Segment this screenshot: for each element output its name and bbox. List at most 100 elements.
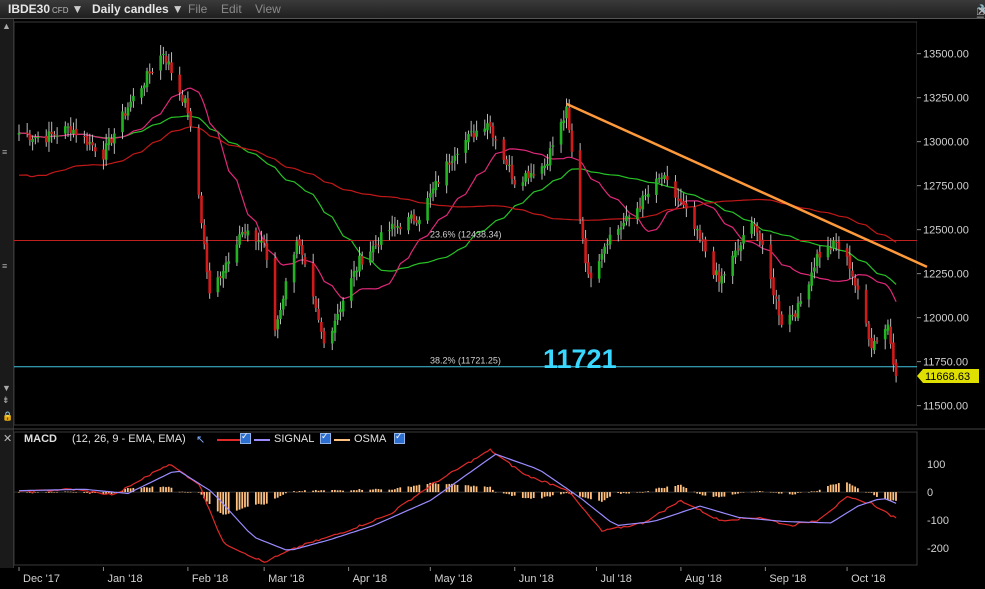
candle-down (780, 314, 783, 325)
osma-bar (314, 490, 317, 493)
candle-down (360, 256, 364, 265)
candle-down (736, 248, 740, 250)
candle-up (31, 138, 34, 143)
price-tick-label: 12000.00 (923, 313, 969, 325)
osma-bar (475, 486, 478, 493)
osma-bar (524, 492, 527, 499)
candle-down (265, 243, 269, 260)
candle-down (774, 296, 778, 299)
candle-down (851, 270, 854, 277)
candle-up (238, 234, 241, 245)
candle-down (589, 272, 593, 279)
osma-bar (412, 485, 415, 493)
candle-up (431, 188, 435, 194)
osma-bar (777, 492, 780, 494)
signal-label: SIGNAL (274, 433, 315, 445)
candle-up (883, 329, 887, 340)
osma-bar (546, 492, 549, 497)
candle-up (597, 261, 601, 279)
osma-bar (870, 492, 873, 493)
osma-bar (511, 492, 513, 496)
osma-bar (682, 486, 685, 493)
candle-down (28, 134, 32, 140)
candle-down (698, 230, 702, 239)
osma-bar (600, 492, 603, 502)
pointer-icon: ↖ (196, 434, 206, 446)
osma-bar (679, 484, 682, 493)
osma-bar (244, 492, 246, 508)
candle-down (181, 94, 184, 103)
osma-bar (333, 489, 336, 493)
candle-down (25, 132, 29, 134)
candle-up (546, 164, 549, 166)
osma-bar (641, 492, 644, 493)
close-indicator-icon[interactable]: ✕ (3, 432, 12, 445)
osma-bar (660, 487, 663, 493)
osma-bar (837, 483, 840, 493)
signal-checkbox[interactable] (320, 431, 331, 444)
osma-bar (521, 492, 524, 498)
candle-down (219, 276, 222, 278)
ma-fast-line (18, 87, 897, 303)
osma-bar (549, 492, 551, 497)
macd-checkbox[interactable] (240, 431, 251, 444)
candle-down (123, 113, 127, 116)
candle-down (298, 239, 301, 246)
candle-down (69, 126, 73, 133)
macd-tick-label: 0 (927, 487, 933, 499)
osma-bar (835, 484, 837, 493)
candle-down (584, 238, 587, 264)
osma-bar (336, 490, 339, 493)
osma-bar (590, 492, 592, 500)
candle-down (300, 245, 304, 256)
candle-up (66, 126, 70, 128)
osma-bar (396, 487, 399, 493)
osma-bar (148, 487, 151, 493)
osma-bar (186, 492, 189, 493)
osma-bar (301, 491, 304, 493)
candle-up (655, 178, 658, 195)
osma-bar (56, 492, 58, 493)
time-tick-label: Aug '18 (685, 573, 722, 585)
candle-up (388, 230, 391, 232)
macd-legend: MACD (12, 26, 9 - EMA, EMA) ↖ SIGNAL OSM… (14, 431, 914, 448)
candle-down (638, 206, 642, 209)
macd-title: MACD (24, 433, 57, 445)
time-tick-label: May '18 (434, 573, 472, 585)
candle-down (505, 159, 508, 165)
candle-up (723, 274, 726, 276)
candle-up (371, 245, 375, 253)
osma-bar (284, 492, 287, 494)
candle-down (570, 130, 574, 152)
candle-up (224, 262, 228, 273)
osma-bar (829, 484, 832, 493)
osma-bar (674, 485, 677, 493)
candle-up (159, 55, 162, 71)
osma-bar (241, 492, 244, 509)
osma-bar (603, 492, 606, 501)
candle-down (682, 201, 685, 206)
price-tick-label: 11750.00 (923, 357, 968, 369)
candle-down (399, 226, 402, 230)
osma-bar (374, 488, 377, 493)
candle-down (412, 214, 416, 222)
osma-bar (238, 492, 241, 510)
candle-down (829, 248, 833, 250)
time-tick-label: Jul '18 (600, 573, 631, 585)
osma-bar (551, 492, 554, 496)
price-chart[interactable]: 13500.00 13250.00 13000.00 12750.00 12500.00… (0, 0, 985, 589)
osma-bar (701, 492, 704, 496)
osma-bar (788, 492, 791, 495)
candle-up (434, 180, 438, 191)
osma-bar (799, 492, 802, 493)
osma-bar (562, 492, 565, 494)
candle-up (132, 95, 135, 102)
candle-up (695, 228, 699, 231)
osma-bar (254, 492, 257, 505)
candle-down (200, 195, 203, 224)
osma-checkbox[interactable] (394, 431, 405, 444)
candle-up (295, 241, 299, 254)
candle-down (472, 133, 476, 138)
osma-bar (415, 485, 418, 493)
candle-up (227, 261, 231, 264)
